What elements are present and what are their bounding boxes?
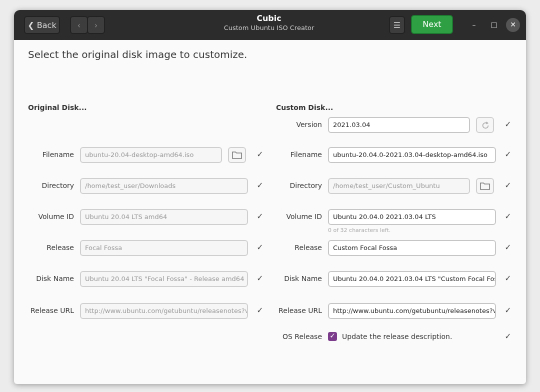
window-title-group: Cubic Custom Ubuntu ISO Creator xyxy=(174,14,364,33)
page-heading: Select the original disk image to custom… xyxy=(28,50,248,61)
custom-version-input[interactable]: 2021.03.04 xyxy=(328,117,470,133)
cubic-window: ❮ Back ‹ › Cubic Custom Ubuntu ISO Creat… xyxy=(14,10,526,384)
title-bar: ❮ Back ‹ › Cubic Custom Ubuntu ISO Creat… xyxy=(14,10,526,40)
custom-release-input[interactable]: Custom Focal Fossa xyxy=(328,240,496,256)
refresh-icon xyxy=(481,121,489,129)
original-directory-label: Directory xyxy=(41,182,74,190)
next-button[interactable]: Next xyxy=(411,15,453,34)
folder-icon xyxy=(480,182,490,190)
custom-version-label: Version xyxy=(296,121,322,129)
custom-disk-title: Custom Disk... xyxy=(276,104,334,112)
refresh-version-button[interactable] xyxy=(476,117,494,133)
window-title: Cubic xyxy=(256,14,282,23)
custom-releaseurl-check-icon: ✓ xyxy=(504,306,512,315)
original-diskname-field: Ubuntu 20.04 LTS "Focal Fossa" - Release… xyxy=(80,271,248,287)
original-filename-label: Filename xyxy=(42,151,74,159)
original-release-field: Focal Fossa xyxy=(80,240,248,256)
custom-releaseurl-input[interactable]: http://www.ubuntu.com/getubuntu/releasen… xyxy=(328,303,496,319)
open-file-button[interactable] xyxy=(228,147,246,163)
choose-directory-button[interactable] xyxy=(476,178,494,194)
custom-diskname-check-icon: ✓ xyxy=(504,274,512,283)
close-icon[interactable]: ✕ xyxy=(506,18,520,32)
custom-release-label: Release xyxy=(294,244,322,252)
custom-directory-check-icon: ✓ xyxy=(504,181,512,190)
back-button[interactable]: ❮ Back xyxy=(24,16,60,34)
custom-diskname-label: Disk Name xyxy=(284,275,322,283)
previous-icon[interactable]: ‹ xyxy=(70,16,88,34)
original-volume-label: Volume ID xyxy=(38,213,74,221)
minimize-icon[interactable]: – xyxy=(467,18,481,32)
osrelease-checkbox-label[interactable]: Update the release description. xyxy=(342,333,452,341)
maximize-icon[interactable]: □ xyxy=(487,18,501,32)
original-directory-field: /home/test_user/Downloads xyxy=(80,178,248,194)
osrelease-checkbox[interactable]: ✓ xyxy=(328,332,337,341)
original-filename-field: ubuntu-20.04-desktop-amd64.iso xyxy=(80,147,222,163)
custom-osrelease-check-icon: ✓ xyxy=(504,332,512,341)
forward-icon[interactable]: › xyxy=(87,16,105,34)
custom-directory-field: /home/test_user/Custom_Ubuntu xyxy=(328,178,470,194)
menu-icon[interactable]: ☰ xyxy=(389,16,405,34)
custom-release-check-icon: ✓ xyxy=(504,243,512,252)
custom-filename-input[interactable]: ubuntu-20.04.0-2021.03.04-desktop-amd64.… xyxy=(328,147,496,163)
original-release-label: Release xyxy=(46,244,74,252)
original-releaseurl-field: http://www.ubuntu.com/getubuntu/releasen… xyxy=(80,303,248,319)
custom-diskname-input[interactable]: Ubuntu 20.04.0 2021.03.04 LTS "Custom Fo… xyxy=(328,271,496,287)
custom-volume-check-icon: ✓ xyxy=(504,212,512,221)
custom-version-check-icon: ✓ xyxy=(504,120,512,129)
custom-volume-label: Volume ID xyxy=(286,213,322,221)
window-subtitle: Custom Ubuntu ISO Creator xyxy=(223,24,315,32)
custom-volume-input[interactable]: Ubuntu 20.04.0 2021.03.04 LTS xyxy=(328,209,496,225)
custom-directory-label: Directory xyxy=(289,182,322,190)
original-volume-field: Ubuntu 20.04 LTS amd64 xyxy=(80,209,248,225)
custom-volume-hint: 0 of 32 characters left. xyxy=(328,228,391,234)
original-disk-title: Original Disk... xyxy=(28,104,87,112)
custom-filename-label: Filename xyxy=(290,151,322,159)
original-diskname-label: Disk Name xyxy=(36,275,74,283)
custom-osrelease-label: OS Release xyxy=(282,333,322,341)
original-releaseurl-label: Release URL xyxy=(30,307,74,315)
custom-filename-check-icon: ✓ xyxy=(504,150,512,159)
folder-icon xyxy=(232,151,242,159)
custom-releaseurl-label: Release URL xyxy=(278,307,322,315)
